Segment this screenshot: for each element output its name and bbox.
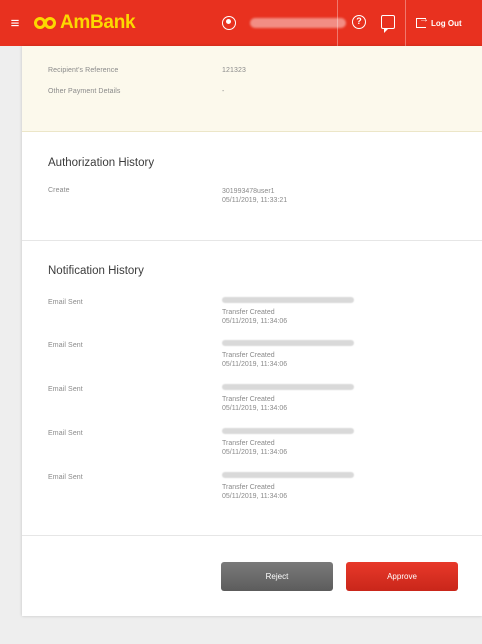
section-divider [22,535,482,536]
other-payment-details-label: Other Payment Details [48,88,121,95]
notification-time: 05/11/2019, 11:34:06 [222,361,288,368]
user-profile[interactable] [222,0,346,46]
notification-item: Transfer Created 05/11/2019, 11:34:06 [222,472,354,501]
notification-time: 05/11/2019, 11:34:06 [222,493,288,500]
header-divider [337,0,338,46]
notification-label: Email Sent [48,474,83,481]
notification-label: Email Sent [48,342,83,349]
authorization-user: 301993478user1 [222,188,275,195]
authorization-time: 05/11/2019, 11:33:21 [222,197,288,204]
redacted-email [222,340,354,346]
notification-status: Transfer Created [222,352,275,359]
notification-label: Email Sent [48,430,83,437]
brand-name: AmBank [60,12,136,33]
authorization-entry-label: Create [48,187,70,194]
redacted-email [222,384,354,390]
user-icon [222,16,236,30]
notification-label: Email Sent [48,299,83,306]
notification-status: Transfer Created [222,309,275,316]
notification-status: Transfer Created [222,484,275,491]
logout-label: Log Out [431,18,462,28]
notification-time: 05/11/2019, 11:34:06 [222,318,288,325]
notification-item: Transfer Created 05/11/2019, 11:34:06 [222,297,354,326]
notification-time: 05/11/2019, 11:34:06 [222,449,288,456]
recipient-reference-label: Recipient's Reference [48,67,119,74]
other-payment-details-value: - [222,88,225,95]
logout-button[interactable]: Log Out [416,0,462,46]
redacted-email [222,428,354,434]
authorization-entry: 301993478user1 05/11/2019, 11:33:21 [222,187,287,205]
notification-time: 05/11/2019, 11:34:06 [222,405,288,412]
notification-item: Transfer Created 05/11/2019, 11:34:06 [222,428,354,457]
reject-button[interactable]: Reject [221,562,333,591]
logout-icon [416,14,429,28]
hamburger-icon[interactable]: ≡ [4,0,26,46]
notification-item: Transfer Created 05/11/2019, 11:34:06 [222,340,354,369]
header-divider [405,0,406,46]
chat-icon[interactable] [381,15,395,33]
notification-item: Transfer Created 05/11/2019, 11:34:06 [222,384,354,413]
notification-history-title: Notification History [48,265,144,277]
redacted-email [222,472,354,478]
redacted-username [250,18,346,28]
transaction-detail-card: Recipient's Reference 121323 Other Payme… [22,46,482,616]
top-navigation-bar: ≡ AmBank ? Log Out [0,0,482,46]
recipient-reference-value: 121323 [222,67,246,74]
section-divider [22,240,482,241]
notification-label: Email Sent [48,386,83,393]
ambank-logo[interactable]: AmBank [34,0,136,46]
payment-reference-section: Recipient's Reference 121323 Other Payme… [22,46,482,132]
notification-status: Transfer Created [222,396,275,403]
ambank-logo-mark [34,17,56,29]
authorization-history-title: Authorization History [48,157,155,169]
approve-button[interactable]: Approve [346,562,458,591]
help-icon[interactable]: ? [352,15,366,29]
redacted-email [222,297,354,303]
notification-status: Transfer Created [222,440,275,447]
